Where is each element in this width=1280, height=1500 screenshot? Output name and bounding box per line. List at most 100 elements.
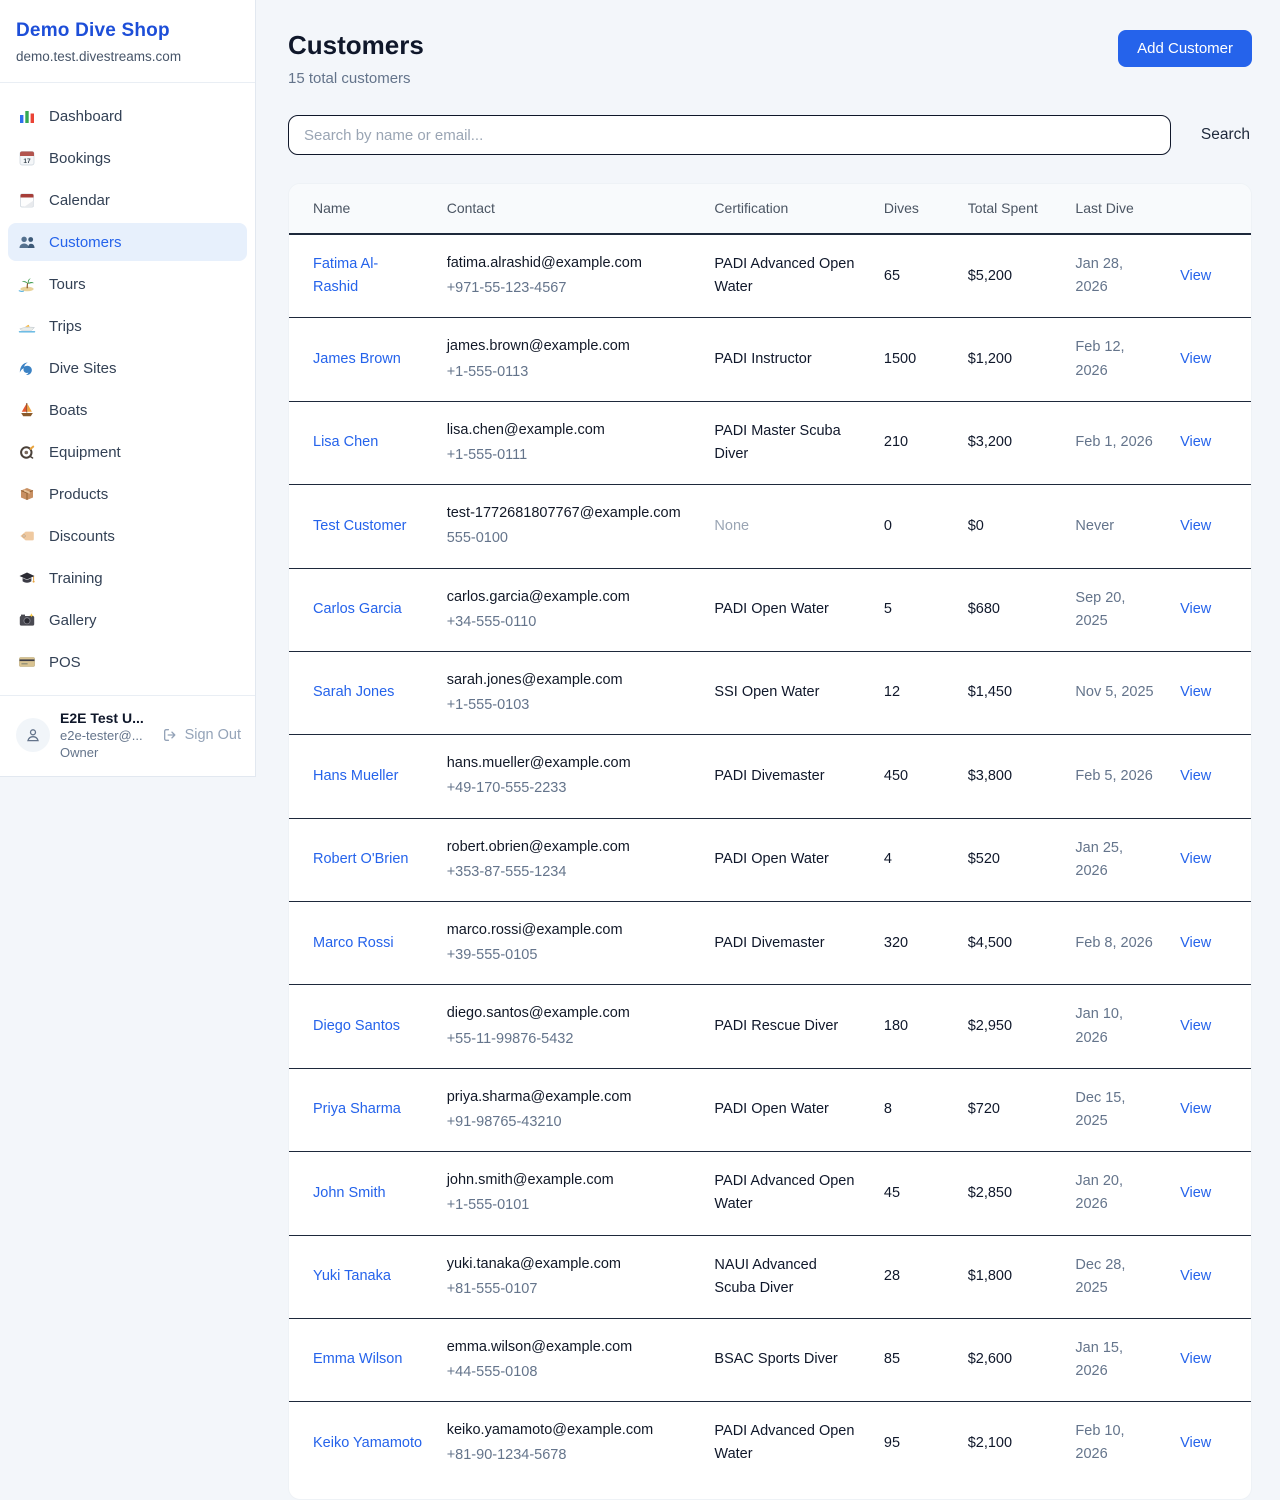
customer-dives: 45 <box>884 1185 900 1201</box>
customer-total-spent: $2,950 <box>968 1018 1012 1034</box>
view-link[interactable]: View <box>1180 851 1211 867</box>
customer-name-link[interactable]: Yuki Tanaka <box>313 1268 391 1284</box>
view-link[interactable]: View <box>1180 684 1211 700</box>
view-link[interactable]: View <box>1180 351 1211 367</box>
sidebar-item-label: Tours <box>49 276 86 293</box>
customer-last-dive: Feb 1, 2026 <box>1075 434 1152 450</box>
column-header-contact: Contact <box>435 184 703 234</box>
sidebar-item-label: POS <box>49 654 81 671</box>
customer-name-link[interactable]: Hans Mueller <box>313 768 398 784</box>
customer-total-spent: $3,200 <box>968 434 1012 450</box>
customers-table-card: Name Contact Certification Dives Total S… <box>288 183 1252 1500</box>
view-link[interactable]: View <box>1180 1435 1211 1451</box>
package-icon <box>18 485 36 503</box>
table-row: Diego Santos diego.santos@example.com+55… <box>289 985 1251 1068</box>
page-title: Customers <box>288 30 424 61</box>
column-header-actions <box>1168 184 1251 234</box>
customer-email: diego.santos@example.com <box>447 1002 691 1025</box>
view-link[interactable]: View <box>1180 518 1211 534</box>
main-content: Customers 15 total customers Add Custome… <box>256 0 1280 1500</box>
tag-icon <box>18 527 36 545</box>
customer-name-link[interactable]: Keiko Yamamoto <box>313 1435 422 1451</box>
customer-total-spent: $3,800 <box>968 768 1012 784</box>
sidebar-item-equipment[interactable]: Equipment <box>8 433 247 471</box>
sidebar-item-tours[interactable]: Tours <box>8 265 247 303</box>
sign-out-button[interactable]: Sign Out <box>162 727 241 743</box>
customer-name-link[interactable]: Lisa Chen <box>313 434 378 450</box>
island-icon <box>18 275 36 293</box>
customer-last-dive: Feb 12, 2026 <box>1075 339 1124 378</box>
view-link[interactable]: View <box>1180 434 1211 450</box>
view-link[interactable]: View <box>1180 935 1211 951</box>
customer-dives: 1500 <box>884 351 916 367</box>
table-row: Marco Rossi marco.rossi@example.com+39-5… <box>289 902 1251 985</box>
sidebar-item-pos[interactable]: POS <box>8 643 247 681</box>
customer-name-link[interactable]: Fatima Al-Rashid <box>313 256 378 295</box>
customer-total-spent: $0 <box>968 518 984 534</box>
customer-name-link[interactable]: Test Customer <box>313 518 406 534</box>
bar-chart-icon <box>18 107 36 125</box>
sidebar-item-trips[interactable]: Trips <box>8 307 247 345</box>
customer-total-spent: $520 <box>968 851 1000 867</box>
customer-name-link[interactable]: Carlos Garcia <box>313 601 402 617</box>
view-link[interactable]: View <box>1180 768 1211 784</box>
sidebar-item-calendar[interactable]: Calendar <box>8 181 247 219</box>
customer-email: sarah.jones@example.com <box>447 669 691 692</box>
sidebar-item-training[interactable]: Training <box>8 559 247 597</box>
customer-email: carlos.garcia@example.com <box>447 586 691 609</box>
sidebar-item-dive-sites[interactable]: Dive Sites <box>8 349 247 387</box>
svg-text:17: 17 <box>23 158 31 165</box>
add-customer-button[interactable]: Add Customer <box>1118 30 1252 67</box>
customer-dives: 320 <box>884 935 908 951</box>
customer-name-link[interactable]: Marco Rossi <box>313 935 394 951</box>
customer-dives: 210 <box>884 434 908 450</box>
customer-last-dive: Dec 28, 2025 <box>1075 1257 1125 1296</box>
customer-name-link[interactable]: Sarah Jones <box>313 684 394 700</box>
avatar <box>16 718 50 752</box>
search-input[interactable] <box>288 115 1171 155</box>
search-button[interactable]: Search <box>1199 120 1252 150</box>
page-header-text: Customers 15 total customers <box>288 30 424 87</box>
user-section: E2E Test U... e2e-tester@... Owner Sign … <box>0 695 255 776</box>
customer-name-link[interactable]: James Brown <box>313 351 401 367</box>
speedboat-icon <box>18 317 36 335</box>
column-header-dives: Dives <box>872 184 956 234</box>
customer-phone: 555-0100 <box>447 527 691 550</box>
sidebar-header: Demo Dive Shop demo.test.divestreams.com <box>0 0 255 83</box>
customer-certification: BSAC Sports Diver <box>714 1351 837 1367</box>
customer-certification: PADI Open Water <box>714 851 828 867</box>
sidebar-item-gallery[interactable]: Gallery <box>8 601 247 639</box>
view-link[interactable]: View <box>1180 1351 1211 1367</box>
sidebar-item-discounts[interactable]: Discounts <box>8 517 247 555</box>
customer-total-spent: $1,800 <box>968 1268 1012 1284</box>
user-name: E2E Test U... <box>60 710 144 726</box>
view-link[interactable]: View <box>1180 1268 1211 1284</box>
customer-dives: 4 <box>884 851 892 867</box>
customer-total-spent: $1,200 <box>968 351 1012 367</box>
view-link[interactable]: View <box>1180 1101 1211 1117</box>
customer-certification: SSI Open Water <box>714 684 819 700</box>
view-link[interactable]: View <box>1180 601 1211 617</box>
table-row: Priya Sharma priya.sharma@example.com+91… <box>289 1068 1251 1151</box>
customer-certification: PADI Instructor <box>714 351 811 367</box>
view-link[interactable]: View <box>1180 268 1211 284</box>
sidebar-item-bookings[interactable]: 17 Bookings <box>8 139 247 177</box>
sidebar-item-boats[interactable]: Boats <box>8 391 247 429</box>
customer-name-link[interactable]: John Smith <box>313 1185 386 1201</box>
customer-certification: PADI Open Water <box>714 601 828 617</box>
customer-name-link[interactable]: Robert O'Brien <box>313 851 408 867</box>
customer-phone: +1-555-0113 <box>447 361 691 384</box>
table-row: Sarah Jones sarah.jones@example.com+1-55… <box>289 651 1251 734</box>
view-link[interactable]: View <box>1180 1018 1211 1034</box>
sidebar-item-customers[interactable]: Customers <box>8 223 247 261</box>
customer-name-link[interactable]: Diego Santos <box>313 1018 400 1034</box>
customer-name-link[interactable]: Priya Sharma <box>313 1101 401 1117</box>
customer-phone: +1-555-0101 <box>447 1194 691 1217</box>
sidebar-item-products[interactable]: Products <box>8 475 247 513</box>
sidebar-item-label: Customers <box>49 234 122 251</box>
sidebar-item-dashboard[interactable]: Dashboard <box>8 97 247 135</box>
customer-certification: PADI Divemaster <box>714 768 824 784</box>
customer-name-link[interactable]: Emma Wilson <box>313 1351 402 1367</box>
view-link[interactable]: View <box>1180 1185 1211 1201</box>
search-bar: Search <box>288 115 1252 155</box>
